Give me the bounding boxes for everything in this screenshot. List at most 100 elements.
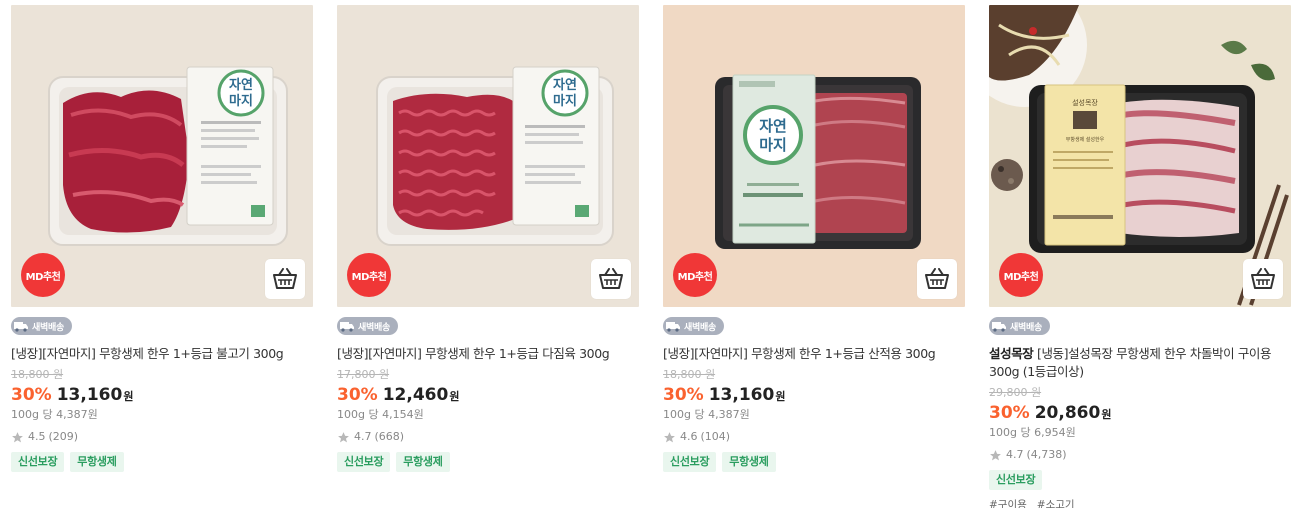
brand-name: 설성목장 (989, 346, 1034, 361)
tag: 신선보장 (337, 452, 391, 472)
discount-rate: 30% (337, 385, 378, 405)
product-card[interactable]: 설성목장 무항생제 설성한우 MD추천 새벽배송 설성목장 [냉동]설성목장 무… (989, 5, 1291, 508)
currency: 원 (1101, 408, 1112, 421)
rating: 4.7 (668) (337, 430, 639, 444)
product-name-text: [냉장][자연마지] 무항생제 한우 1+등급 다짐육 300g (337, 346, 610, 361)
add-to-cart-button[interactable] (591, 259, 631, 299)
truck-icon (340, 320, 354, 332)
md-recommend-badge: MD추천 (673, 253, 717, 297)
product-card[interactable]: 자연 마지 MD추천 새벽배송 [냉장][자연마지] 무항생제 한우 1+등급 … (11, 5, 313, 472)
delivery-badge: 새벽배송 (11, 317, 72, 335)
product-name-text: [냉장][자연마지] 무항생제 한우 1+등급 산적용 300g (663, 346, 936, 361)
md-recommend-badge: MD추천 (347, 253, 391, 297)
hashtag[interactable]: #소고기 (1037, 498, 1075, 508)
delivery-label: 새벽배송 (1010, 322, 1042, 333)
product-grid: 자연 마지 MD추천 새벽배송 [냉장][자연마지] 무항생제 한우 1+등급 … (0, 0, 1302, 508)
sale-price: 13,160 (708, 385, 775, 405)
star-icon (11, 431, 24, 444)
rating: 4.6 (104) (663, 430, 965, 444)
tag: 신선보장 (11, 452, 65, 472)
price-row: 30% 12,460 원 (337, 385, 639, 407)
unit-price: 100g 당 6,954원 (989, 426, 1076, 439)
sale-price: 13,160 (56, 385, 123, 405)
tag: 신선보장 (989, 470, 1043, 490)
rating: 4.5 (209) (11, 430, 313, 444)
basket-icon (1251, 268, 1275, 289)
delivery-label: 새벽배송 (684, 322, 716, 333)
package-label-1: 자연 (229, 78, 253, 93)
price-row: 30% 13,160 원 (663, 385, 965, 407)
delivery-badge: 새벽배송 (663, 317, 724, 335)
tag-list: 신선보장 무항생제 (663, 452, 965, 472)
review-count: (209) (48, 430, 79, 443)
delivery-badge: 새벽배송 (337, 317, 398, 335)
product-name[interactable]: [냉장][자연마지] 무항생제 한우 1+등급 산적용 300g (663, 345, 965, 363)
product-image[interactable]: 자연 마지 MD추천 (337, 5, 639, 307)
unit-price: 100g 당 4,154원 (337, 408, 424, 421)
currency: 원 (449, 390, 460, 403)
basket-icon (599, 268, 623, 289)
review-count: (4,738) (1026, 448, 1067, 461)
tag: 무항생제 (396, 452, 450, 472)
original-price: 17,800 원 (337, 368, 390, 381)
price-row: 30% 13,160 원 (11, 385, 313, 407)
product-image[interactable]: 자연 마지 MD추천 (663, 5, 965, 307)
rating-value: 4.7 (1006, 448, 1024, 461)
rating-value: 4.7 (354, 430, 372, 443)
rating: 4.7 (4,738) (989, 448, 1291, 462)
package-brand-label: 설성목장 (1072, 98, 1098, 107)
review-count: (104) (700, 430, 731, 443)
package-label-2: 마지 (553, 93, 577, 109)
price-row: 30% 20,860 원 (989, 403, 1291, 425)
truck-icon (666, 320, 680, 332)
hashtag-list: #구이용 #소고기 (989, 498, 1291, 508)
hashtag[interactable]: #구이용 (989, 498, 1027, 508)
product-name-text: [냉장][자연마지] 무항생제 한우 1+등급 불고기 300g (11, 346, 284, 361)
currency: 원 (775, 390, 786, 403)
basket-icon (925, 268, 949, 289)
tag-list: 신선보장 무항생제 (337, 452, 639, 472)
md-recommend-badge: MD추천 (21, 253, 65, 297)
package-label-2: 마지 (759, 136, 787, 154)
add-to-cart-button[interactable] (917, 259, 957, 299)
product-name[interactable]: [냉장][자연마지] 무항생제 한우 1+등급 불고기 300g (11, 345, 313, 363)
rating-value: 4.5 (28, 430, 46, 443)
delivery-label: 새벽배송 (358, 322, 390, 333)
product-image[interactable]: 설성목장 무항생제 설성한우 MD추천 (989, 5, 1291, 307)
tag: 무항생제 (722, 452, 776, 472)
original-price: 18,800 원 (11, 368, 64, 381)
review-count: (668) (374, 430, 405, 443)
star-icon (989, 449, 1002, 462)
tag: 신선보장 (663, 452, 717, 472)
original-price: 18,800 원 (663, 368, 716, 381)
star-icon (663, 431, 676, 444)
star-icon (337, 431, 350, 444)
discount-rate: 30% (989, 403, 1030, 423)
truck-icon (14, 320, 28, 332)
tag: 무항생제 (70, 452, 124, 472)
product-name[interactable]: 설성목장 [냉동]설성목장 무항생제 한우 차돌박이 구이용 300g (1등급… (989, 345, 1291, 381)
discount-rate: 30% (663, 385, 704, 405)
add-to-cart-button[interactable] (1243, 259, 1283, 299)
add-to-cart-button[interactable] (265, 259, 305, 299)
product-name[interactable]: [냉장][자연마지] 무항생제 한우 1+등급 다짐육 300g (337, 345, 639, 363)
tag-list: 신선보장 무항생제 (11, 452, 313, 472)
rating-value: 4.6 (680, 430, 698, 443)
package-label-2: 마지 (229, 93, 253, 109)
md-recommend-badge: MD추천 (999, 253, 1043, 297)
truck-icon (992, 320, 1006, 332)
sale-price: 12,460 (382, 385, 449, 405)
original-price: 29,800 원 (989, 386, 1042, 399)
unit-price: 100g 당 4,387원 (663, 408, 750, 421)
basket-icon (273, 268, 297, 289)
discount-rate: 30% (11, 385, 52, 405)
product-card[interactable]: 자연 마지 MD추천 새벽배송 [냉장][자연마지] 무항생제 한우 1+등급 … (337, 5, 639, 472)
product-image[interactable]: 자연 마지 MD추천 (11, 5, 313, 307)
package-subtitle-label: 무항생제 설성한우 (1066, 136, 1105, 143)
currency: 원 (123, 390, 134, 403)
product-card[interactable]: 자연 마지 MD추천 새벽배송 [냉장][자연마지] 무항생제 한우 1+등급 … (663, 5, 965, 472)
package-label-1: 자연 (553, 78, 577, 93)
unit-price: 100g 당 4,387원 (11, 408, 98, 421)
delivery-label: 새벽배송 (32, 322, 64, 333)
package-label-1: 자연 (759, 117, 787, 135)
